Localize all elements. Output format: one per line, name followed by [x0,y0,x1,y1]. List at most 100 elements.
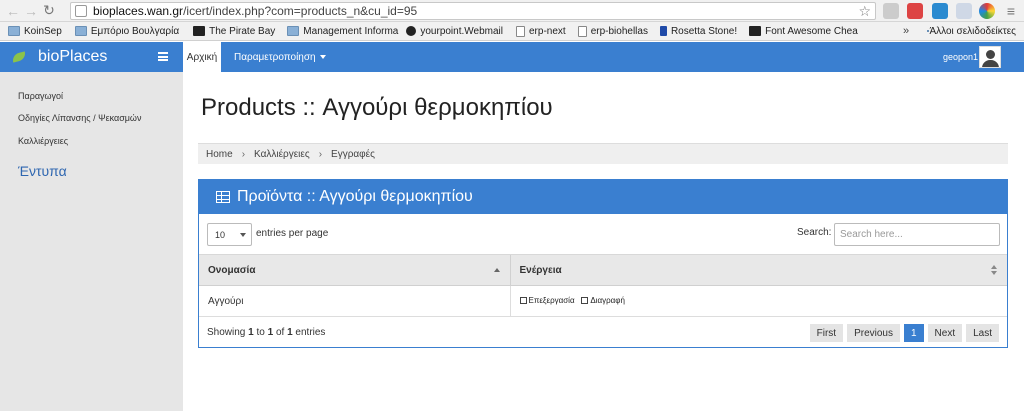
forward-icon[interactable]: → [22,2,40,20]
breadcrumb: Home › Καλλιέργειες › Εγγραφές [198,143,1008,164]
delete-link[interactable]: Διαγραφή [581,296,625,305]
bookmarks-overflow[interactable]: » [903,25,909,37]
current-page-button[interactable]: 1 [903,324,924,342]
gear-icon [406,26,417,36]
bookmark-star-icon[interactable]: ☆ [858,3,871,20]
sidebar-section-forms[interactable]: Έντυπα [18,163,67,179]
page-icon [75,5,87,17]
bookmark-item[interactable]: Management Informa [287,26,398,37]
info-total: 1 [287,327,293,338]
gmail-icon[interactable] [907,3,923,19]
sidebar-item-instructions[interactable]: Οδηγίες Λίπανσης / Ψεκασμών [18,113,141,123]
user-icon-body [982,60,999,67]
username[interactable]: geopon1 [943,42,978,72]
panel-header: Προϊόντα :: Αγγούρι θερμοκηπίου [199,180,1007,214]
brand-name: bioPlaces [38,48,108,65]
delete-label: Διαγραφή [590,295,625,305]
folder-icon [287,26,300,36]
bookmark-label: The Pirate Bay [209,25,276,37]
edit-link[interactable]: Επεξεργασία [519,296,575,305]
reload-icon[interactable]: ↻ [40,2,58,20]
info-of-word: of [275,327,285,338]
cell-name: Αγγούρι [199,285,510,317]
bookmark-item[interactable]: Font Awesome Chea [749,26,858,37]
folder-icon [8,26,20,36]
extension-icon[interactable] [883,3,899,19]
last-page-button[interactable]: Last [966,324,999,342]
caret-down-icon [240,233,246,237]
breadcrumb-crops[interactable]: Καλλιέργειες [254,149,310,160]
table-toolbar: 10 entries per page Search: [199,214,1007,254]
bookmark-label: Font Awesome Chea [765,25,858,37]
browser-toolbar: ← → ↻ bioplaces.wan.gr/icert/index.php?c… [0,0,1024,22]
column-header-name[interactable]: Ονομασία [199,254,510,286]
dropbox-icon[interactable] [956,3,972,19]
bookmark-label: Εμπόριο Βουλγαρία [90,25,180,37]
page-size-select[interactable]: 10 [207,223,252,246]
user-icon [986,50,995,59]
table-icon [216,191,230,203]
sidebar-item-producers[interactable]: Παραγωγοί [18,91,63,101]
font-awesome-icon [749,26,762,36]
bookmark-item[interactable]: yourpoint.Webmail [406,26,503,37]
page-title: Products :: Αγγούρι θερμοκηπίου [201,94,553,121]
sort-asc-icon [493,268,500,272]
entries-per-page-label: entries per page [256,228,329,239]
main-content: Products :: Αγγούρι θερμοκηπίου Home › Κ… [183,72,1024,411]
other-bookmarks[interactable]: Άλλοι σελιδοδείκτες [927,26,1016,37]
extension-icon[interactable] [932,3,948,19]
sidebar-item-crops[interactable]: Καλλιέργειες [18,136,68,146]
search-label: Search: [797,227,832,238]
bookmark-item[interactable]: Rosetta Stone! [659,25,738,37]
bookmark-label: erp-biohellas [590,25,648,37]
bookmark-item[interactable]: erp-next [516,25,566,37]
other-bookmarks-label: Άλλοι σελιδοδείκτες [929,25,1016,37]
info-suffix: entries [295,327,326,338]
chevron-right-icon: › [318,148,323,160]
search-input[interactable] [834,223,1000,246]
leaf-logo-icon [11,51,27,63]
bookmark-label: Rosetta Stone! [670,25,738,37]
ship-icon [193,26,206,36]
next-page-button[interactable]: Next [927,324,963,342]
rosetta-icon [659,26,667,36]
sort-icon [991,265,997,276]
avatar[interactable] [979,46,1001,68]
bookmark-label: KoinSep [24,25,62,37]
column-header-action[interactable]: Ενέργεια [509,254,1007,286]
table-row: Αγγούρι Επεξεργασία Διαγραφή [199,285,1007,317]
table-footer: Showing 1 to 1 of 1 entries First Previo… [199,318,1007,348]
bookmark-label: Management Informa [303,25,399,37]
params-menu[interactable]: Παραμετροποίηση [234,42,326,72]
cell-actions: Επεξεργασία Διαγραφή [509,285,1007,317]
products-table: Ονομασία Ενέργεια Αγγούρι Επεξεργασία Δι… [199,254,1007,317]
bookmarks-bar: KoinSep Εμπόριο Βουλγαρία The Pirate Bay… [0,22,1024,41]
page-icon [577,25,587,37]
first-page-button[interactable]: First [809,324,844,342]
menu-icon[interactable]: ≡ [1002,2,1020,20]
extension-icon[interactable] [979,3,995,19]
bookmark-item[interactable]: The Pirate Bay [193,26,275,37]
bookmark-item[interactable]: erp-biohellas [577,25,648,37]
brand[interactable]: bioPlaces [0,42,183,72]
previous-page-button[interactable]: Previous [847,324,900,342]
edit-icon [519,296,527,304]
breadcrumb-home[interactable]: Home [206,149,233,160]
params-menu-label: Παραμετροποίηση [234,51,316,63]
tab-home[interactable]: Αρχική [183,42,221,72]
breadcrumb-records: Εγγραφές [331,148,375,160]
bookmark-item[interactable]: KoinSep [8,26,62,37]
bookmark-label: erp-next [529,25,566,37]
column-header-label: Ενέργεια [519,264,562,276]
back-icon[interactable]: ← [4,2,22,20]
address-bar[interactable]: bioplaces.wan.gr/icert/index.php?com=pro… [70,2,876,20]
info-to: 1 [267,327,274,338]
hamburger-icon[interactable] [158,52,168,61]
table-header-row: Ονομασία Ενέργεια [199,254,1007,286]
bookmark-label: yourpoint.Webmail [420,25,503,37]
column-header-label: Ονομασία [208,264,256,276]
bookmark-item[interactable]: Εμπόριο Βουλγαρία [74,25,180,37]
page-size-value: 10 [215,229,226,240]
url-host: bioplaces.wan.gr [93,4,184,18]
pagination: First Previous 1 Next Last [806,324,999,342]
